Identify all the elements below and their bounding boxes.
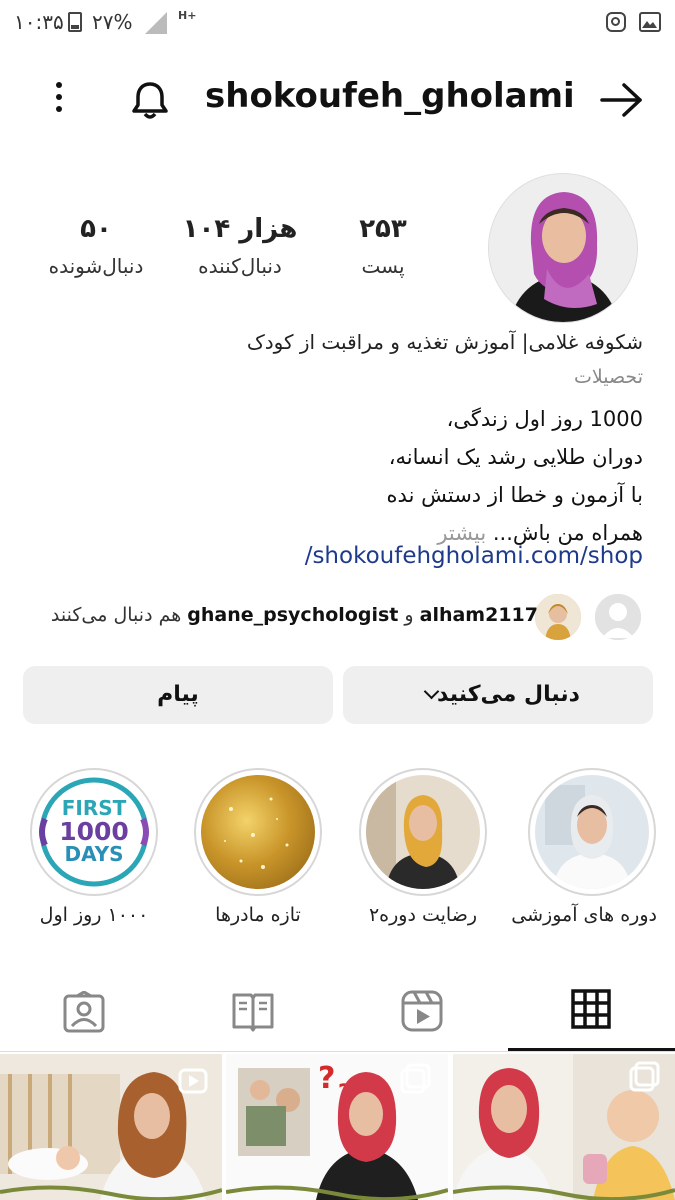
status-bar: ۱۰:۳۵ ۲۷% H+ — [0, 0, 675, 44]
highlight-satisfaction[interactable]: رضایت دوره۲ — [358, 768, 488, 926]
post-thumbnail[interactable]: ? ? — [226, 1054, 448, 1200]
signal-icon — [145, 12, 167, 34]
highlight-label: دوره های آموزشی — [511, 904, 657, 926]
svg-text:?: ? — [318, 1061, 335, 1096]
highlight-courses[interactable]: دوره های آموزشی — [511, 768, 657, 926]
highlight-label: تازه مادرها — [215, 904, 301, 926]
highlight-cover — [366, 775, 480, 889]
status-time: ۱۰:۳۵ — [14, 10, 64, 34]
logo-1000: 1000 — [59, 817, 129, 846]
stat-following[interactable]: ۵۰ دنبال‌شونده — [31, 214, 161, 278]
followers-label: دنبال‌کننده — [198, 254, 282, 278]
bio-website-link[interactable]: /shokoufehgholami.com/shop — [23, 543, 643, 569]
tab-guides[interactable] — [168, 980, 336, 1050]
highlight-ring — [194, 768, 322, 896]
bio-name: شکوفه غلامی| آموزش تغذیه و مراقبت از کود… — [246, 330, 643, 354]
highlight-ring — [359, 768, 487, 896]
profile-header: shokoufeh_gholami — [0, 62, 675, 134]
posts-label: پست — [361, 254, 405, 278]
bio-text: 1000 روز اول زندگی، دوران طلایی رشد یک ا… — [23, 400, 643, 552]
tab-grid[interactable] — [507, 980, 675, 1050]
following-button-label: دنبال می‌کنید — [437, 682, 580, 707]
bio-category[interactable]: تحصیلات — [23, 366, 643, 388]
network-type: H+ — [178, 9, 197, 22]
following-button[interactable]: دنبال می‌کنید — [343, 666, 653, 724]
profile-avatar[interactable] — [488, 173, 638, 323]
tabs-divider — [0, 1051, 675, 1052]
mutual-user-1[interactable]: alham2117 — [420, 604, 538, 626]
back-arrow-icon[interactable] — [598, 80, 646, 120]
stat-posts[interactable]: ۲۵۳ پست — [318, 214, 448, 278]
bio-line: 1000 روز اول زندگی، — [446, 407, 643, 431]
logo-days: DAYS — [64, 842, 124, 866]
tab-reels[interactable] — [336, 980, 504, 1050]
more-link[interactable]: بیشتر — [437, 521, 493, 545]
tab-tagged[interactable] — [0, 980, 168, 1050]
highlight-cover — [535, 775, 649, 889]
guides-icon — [232, 993, 274, 1032]
message-button-label: پیام — [157, 682, 199, 707]
follower-avatar — [593, 592, 643, 642]
followed-by-row[interactable]: alham2117 و ghane_psychologist هم دنبال … — [23, 592, 643, 642]
following-count: ۵۰ — [80, 214, 112, 244]
bio-line-text: همراه من باش... — [492, 521, 643, 545]
highlight-cover: FIRST 1000 DAYS — [37, 775, 151, 889]
grid-icon — [571, 989, 611, 1029]
posts-count: ۲۵۳ — [359, 214, 407, 244]
highlight-ring — [528, 768, 656, 896]
bio-line: دوران طلایی رشد یک انسانه، — [388, 445, 643, 469]
profile-tabs — [0, 980, 675, 1052]
instagram-notification-icon — [606, 12, 626, 32]
highlight-first-1000-days[interactable]: FIRST 1000 DAYS ۱۰۰۰ روز اول — [29, 768, 159, 926]
highlight-ring: FIRST 1000 DAYS — [30, 768, 158, 896]
bio-line: با آزمون و خطا از دستش نده — [386, 483, 643, 507]
follower-avatar — [533, 592, 583, 642]
post-thumbnail[interactable] — [0, 1054, 222, 1200]
followers-count: ۱۰۴ هزار — [182, 214, 298, 244]
highlight-label: ۱۰۰۰ روز اول — [39, 904, 149, 926]
mutual-user-2[interactable]: ghane_psychologist — [187, 604, 398, 626]
battery-icon — [68, 12, 82, 32]
notification-bell-icon[interactable] — [128, 78, 172, 122]
message-button[interactable]: پیام — [23, 666, 333, 724]
highlight-label: رضایت دوره۲ — [368, 904, 478, 926]
post-grid: ? ? — [0, 1054, 675, 1200]
following-label: دنبال‌شونده — [48, 254, 144, 278]
first-1000-days-logo: FIRST 1000 DAYS — [37, 797, 151, 866]
battery-percent: ۲۷% — [92, 10, 133, 34]
post-thumbnail[interactable] — [453, 1054, 675, 1200]
highlight-cover — [201, 775, 315, 889]
stat-followers[interactable]: ۱۰۴ هزار دنبال‌کننده — [175, 214, 305, 278]
followed-by-suffix: هم دنبال می‌کنند — [50, 604, 188, 626]
tagged-icon — [63, 991, 105, 1033]
gallery-notification-icon — [639, 12, 661, 32]
followed-by-text: alham2117 و ghane_psychologist هم دنبال … — [51, 604, 538, 626]
profile-username: shokoufeh_gholami — [205, 76, 575, 116]
reels-icon — [401, 990, 443, 1032]
highlight-new-mothers[interactable]: تازه مادرها — [193, 768, 323, 926]
followed-by-and: و — [398, 604, 420, 626]
more-options-icon[interactable] — [52, 82, 66, 116]
